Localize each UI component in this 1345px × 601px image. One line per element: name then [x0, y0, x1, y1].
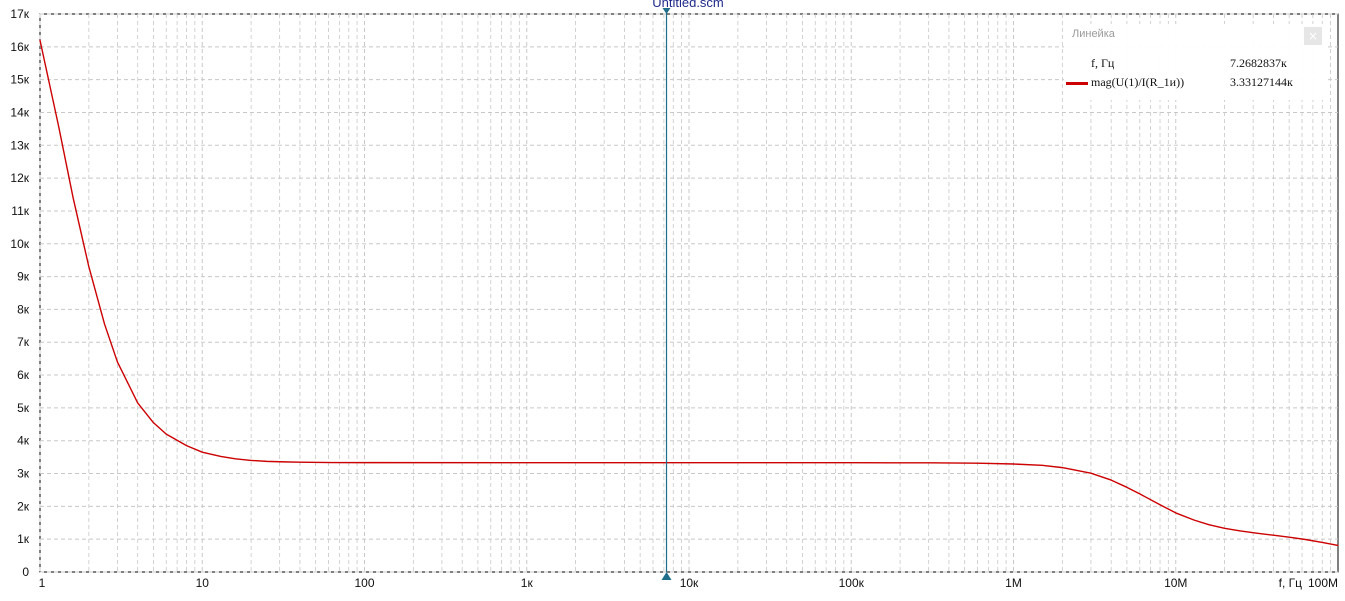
- ruler-row-series: mag(U(1)/I(R_1и)) 3.33127144к: [1064, 75, 1328, 91]
- x-tick-label: 10: [196, 576, 210, 590]
- ruler-row-x: f, Гц 7.2682837к: [1064, 56, 1328, 72]
- x-tick-label: 1к: [521, 576, 534, 590]
- y-tick-label: 9к: [17, 270, 30, 284]
- ruler-series-label: mag(U(1)/I(R_1и)): [1091, 75, 1185, 89]
- x-tick-label: 1M: [1005, 576, 1022, 590]
- close-icon[interactable]: ×: [1304, 27, 1322, 45]
- x-tick-label: 10к: [680, 576, 699, 590]
- x-tick-label: 100: [354, 576, 374, 590]
- y-tick-label: 7к: [17, 335, 30, 349]
- ruler-series-value: 3.33127144к: [1230, 75, 1293, 89]
- ruler-panel: Линейка × f, Гц 7.2682837к mag(U(1)/I(R_…: [1064, 24, 1328, 100]
- y-tick-label: 13к: [10, 138, 29, 152]
- x-axis-label: f, Гц: [1279, 576, 1303, 590]
- y-tick-label: 15к: [10, 73, 29, 87]
- y-tick-label: 0: [22, 565, 29, 579]
- y-tick-label: 3к: [17, 467, 30, 481]
- y-tick-label: 12к: [10, 171, 29, 185]
- window-title: Untitled.scm: [652, 0, 724, 10]
- y-tick-label: 17к: [10, 7, 29, 21]
- y-tick-label: 14к: [10, 105, 29, 119]
- y-tick-label: 5к: [17, 401, 30, 415]
- y-tick-label: 1к: [17, 532, 30, 546]
- ruler-x-label: f, Гц: [1091, 56, 1115, 70]
- x-tick-label: 1: [39, 576, 46, 590]
- x-tick-label: 100к: [839, 576, 865, 590]
- y-tick-label: 2к: [17, 499, 30, 513]
- x-tick-label: 100M: [1308, 576, 1338, 590]
- ruler-x-value: 7.2682837к: [1230, 56, 1287, 70]
- cursor-bottom-handle[interactable]: [661, 572, 672, 580]
- y-tick-label: 4к: [17, 434, 30, 448]
- y-tick-label: 11к: [11, 204, 29, 218]
- series-swatch: [1066, 82, 1088, 85]
- y-tick-label: 8к: [17, 302, 30, 316]
- y-tick-label: 10к: [10, 237, 29, 251]
- ruler-title: Линейка: [1072, 28, 1115, 40]
- y-tick-label: 16к: [10, 40, 29, 54]
- y-tick-label: 6к: [17, 368, 30, 382]
- x-tick-label: 10M: [1164, 576, 1187, 590]
